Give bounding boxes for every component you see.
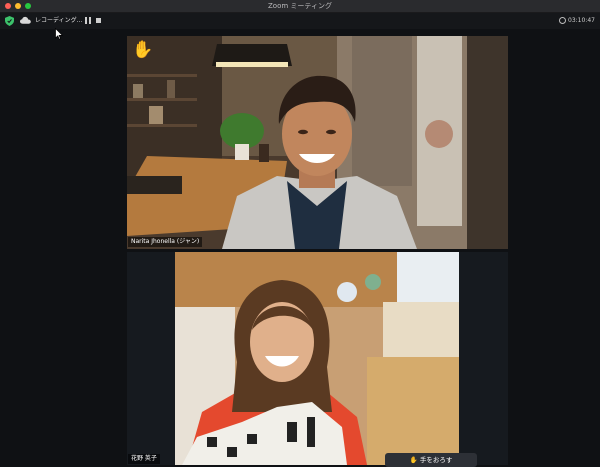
cloud-recording-icon — [20, 16, 31, 24]
raised-hand-icon: ✋ — [409, 456, 418, 464]
raised-hand-icon: ✋ — [132, 40, 154, 60]
recording-status-label: レコーディング... — [35, 17, 83, 24]
clock-icon — [559, 17, 566, 24]
participant-name-label: 花野 英子 — [128, 454, 160, 464]
lower-hand-label: 手をおろす — [419, 456, 453, 464]
stop-icon[interactable] — [96, 18, 101, 23]
participant-2-video — [127, 252, 508, 465]
video-tile-participant-1[interactable]: ✋ Narita Jhonella (ジャン) — [127, 36, 508, 249]
meeting-timer: 03:10:47 — [568, 17, 595, 24]
window-titlebar: Zoom ミーティング — [0, 0, 600, 13]
participant-name-label: Narita Jhonella (ジャン) — [128, 237, 203, 247]
meeting-toolbar: レコーディング... 03:10:47 — [0, 13, 600, 29]
video-tile-participant-2[interactable]: 花野 英子 — [127, 252, 508, 465]
pause-icon[interactable] — [85, 17, 91, 24]
shield-icon[interactable] — [5, 16, 14, 26]
mouse-cursor-icon — [55, 28, 63, 40]
participant-1-video — [127, 36, 508, 249]
window-title: Zoom ミーティング — [268, 2, 332, 10]
